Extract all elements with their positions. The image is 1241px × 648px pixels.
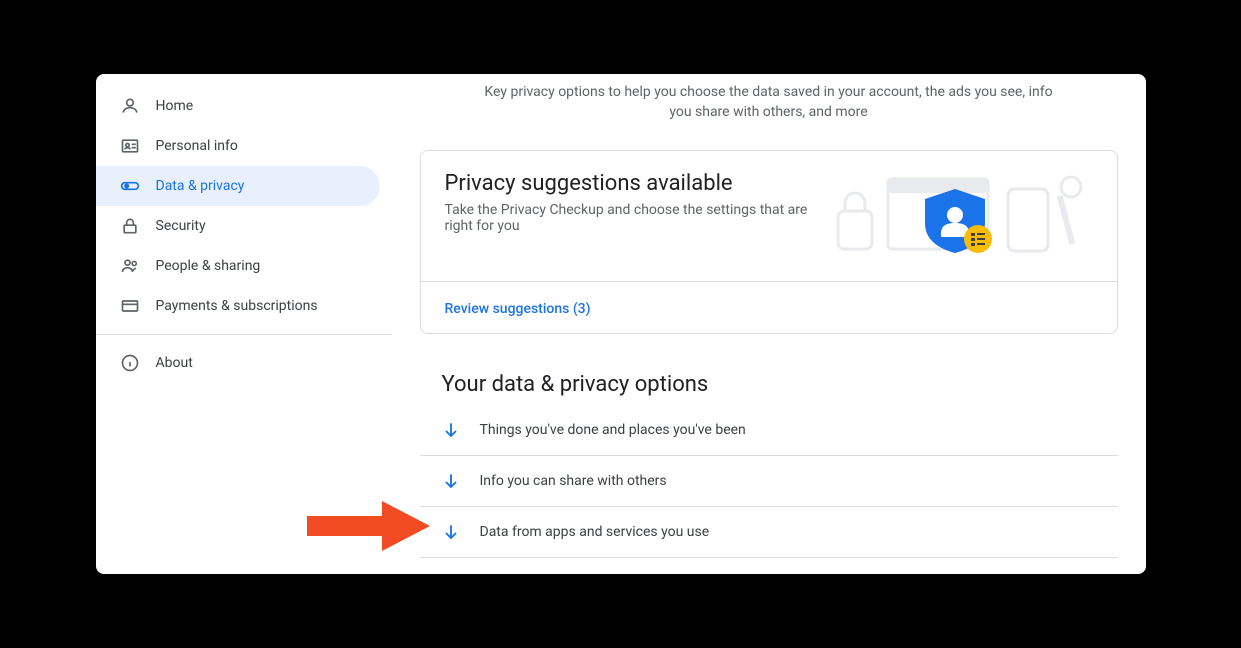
people-icon bbox=[120, 256, 140, 276]
card-text: Privacy suggestions available Take the P… bbox=[445, 171, 833, 234]
sidebar-item-label: Payments & subscriptions bbox=[156, 298, 318, 314]
arrow-down-icon bbox=[442, 523, 460, 541]
card-icon bbox=[120, 296, 140, 316]
option-item-label: Things you've done and places you've bee… bbox=[480, 422, 746, 438]
sidebar: Home Personal info Data & privacy Securi… bbox=[96, 74, 392, 574]
card-footer: Review suggestions (3) bbox=[421, 281, 1117, 333]
sidebar-item-label: Personal info bbox=[156, 138, 238, 154]
toggle-icon bbox=[120, 176, 140, 196]
privacy-suggestions-card: Privacy suggestions available Take the P… bbox=[420, 150, 1118, 334]
privacy-illustration bbox=[833, 171, 1093, 261]
option-item-share-info[interactable]: Info you can share with others bbox=[420, 456, 1118, 507]
sidebar-item-security[interactable]: Security bbox=[96, 206, 380, 246]
sidebar-divider bbox=[96, 334, 392, 335]
options-list: Things you've done and places you've bee… bbox=[420, 405, 1118, 558]
arrow-down-icon bbox=[442, 421, 460, 439]
card-body: Privacy suggestions available Take the P… bbox=[421, 151, 1117, 281]
sidebar-item-about[interactable]: About bbox=[96, 343, 380, 383]
sidebar-item-label: People & sharing bbox=[156, 258, 261, 274]
sidebar-item-people-sharing[interactable]: People & sharing bbox=[96, 246, 380, 286]
settings-window: Home Personal info Data & privacy Securi… bbox=[96, 74, 1146, 574]
sidebar-item-personal-info[interactable]: Personal info bbox=[96, 126, 380, 166]
sidebar-item-label: Data & privacy bbox=[156, 178, 245, 194]
sidebar-item-label: Home bbox=[156, 98, 194, 114]
option-item-activity[interactable]: Things you've done and places you've bee… bbox=[420, 405, 1118, 456]
main-content: Key privacy options to help you choose t… bbox=[392, 74, 1146, 574]
lock-icon bbox=[120, 216, 140, 236]
option-item-label: Data from apps and services you use bbox=[480, 524, 710, 540]
id-card-icon bbox=[120, 136, 140, 156]
sidebar-item-label: Security bbox=[156, 218, 206, 234]
page-subtitle: Key privacy options to help you choose t… bbox=[420, 74, 1118, 122]
options-section-title: Your data & privacy options bbox=[420, 372, 1118, 397]
card-title: Privacy suggestions available bbox=[445, 171, 833, 196]
sidebar-item-payments[interactable]: Payments & subscriptions bbox=[96, 286, 380, 326]
sidebar-item-home[interactable]: Home bbox=[96, 86, 380, 126]
sidebar-item-label: About bbox=[156, 355, 193, 371]
home-icon bbox=[120, 96, 140, 116]
sidebar-item-data-privacy[interactable]: Data & privacy bbox=[96, 166, 380, 206]
option-item-label: Info you can share with others bbox=[480, 473, 667, 489]
review-suggestions-link[interactable]: Review suggestions (3) bbox=[445, 301, 591, 317]
card-description: Take the Privacy Checkup and choose the … bbox=[445, 202, 833, 234]
info-icon bbox=[120, 353, 140, 373]
option-item-apps-data[interactable]: Data from apps and services you use bbox=[420, 507, 1118, 558]
arrow-down-icon bbox=[442, 472, 460, 490]
